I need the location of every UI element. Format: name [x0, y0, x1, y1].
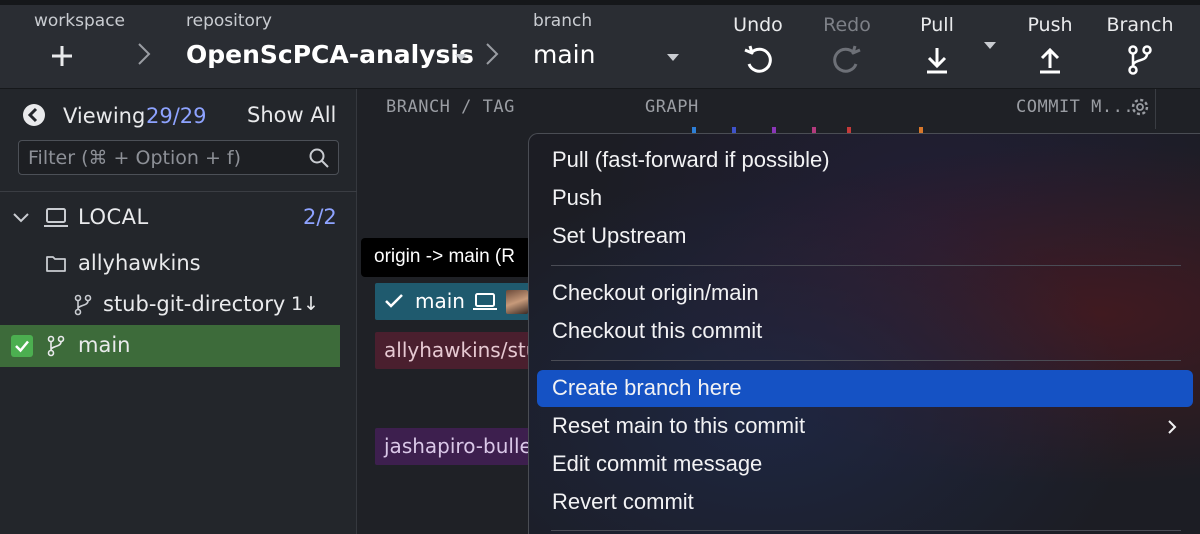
repository-dropdown-icon[interactable]	[455, 54, 467, 61]
branch-icon	[1128, 45, 1152, 75]
branch-tag-label: jashapiro-bulleted	[384, 434, 535, 458]
repository-name[interactable]: OpenScPCA-analysis	[186, 40, 474, 69]
add-workspace-icon[interactable]	[50, 44, 74, 68]
submenu-chevron-icon	[1168, 420, 1177, 434]
push-icon	[1040, 47, 1060, 74]
laptop-icon	[473, 293, 497, 310]
pull-options-dropdown-icon[interactable]	[984, 42, 996, 49]
context-menu: Pull (fast-forward if possible) Push Set…	[528, 133, 1200, 534]
chevron-right-icon	[138, 43, 151, 65]
menu-item-push[interactable]: Push	[537, 180, 1193, 217]
branch-tag-label: main	[415, 289, 465, 313]
toolbar: workspace repository OpenScPCA-analysis …	[0, 0, 1200, 89]
menu-separator	[551, 530, 1181, 531]
pull-icon	[927, 48, 947, 74]
local-section-header[interactable]: LOCAL 2/2	[0, 197, 340, 239]
push-button[interactable]: Push	[1018, 0, 1082, 89]
menu-separator	[551, 360, 1181, 361]
push-label: Push	[1027, 14, 1073, 36]
laptop-icon	[44, 208, 68, 227]
branch-icon	[74, 294, 92, 316]
column-divider	[1155, 89, 1156, 129]
branch-label: main	[78, 333, 131, 357]
menu-item-create-branch[interactable]: Create branch here	[537, 370, 1193, 407]
menu-item-label: Edit commit message	[552, 451, 763, 476]
branch-tag-label: allyhawkins/stub-git-directory	[384, 338, 535, 362]
local-section-label: LOCAL	[78, 205, 149, 229]
checkbox-checked-icon[interactable]	[11, 335, 33, 357]
menu-item-label: Revert commit	[552, 489, 694, 514]
branch-button[interactable]: Branch	[1104, 0, 1176, 89]
menu-item-label: Push	[552, 185, 603, 210]
undo-button[interactable]: Undo	[726, 0, 790, 89]
gear-icon[interactable]	[1130, 97, 1150, 117]
branch-tag-main[interactable]: main	[375, 283, 535, 320]
avatar	[506, 290, 528, 314]
filter-placeholder: Filter (⌘ + Option + f)	[28, 147, 242, 169]
undo-label: Undo	[733, 14, 783, 36]
branch-dropdown-icon[interactable]	[667, 54, 679, 61]
sidebar: Viewing 29/29 Show All Filter (⌘ + Optio…	[0, 89, 357, 534]
redo-icon	[833, 45, 861, 73]
viewing-count: 29/29	[146, 104, 207, 128]
menu-item-checkout-origin-main[interactable]: Checkout origin/main	[537, 275, 1193, 312]
menu-item-label: Create branch here	[552, 375, 742, 400]
behind-count: 1↓	[291, 293, 320, 315]
column-header-commit-message[interactable]: COMMIT M...	[1016, 97, 1134, 117]
menu-item-label: Set Upstream	[552, 223, 687, 248]
menu-item-checkout-commit[interactable]: Checkout this commit	[537, 313, 1193, 350]
menu-item-label: Checkout this commit	[552, 318, 763, 343]
menu-item-label: Checkout origin/main	[552, 280, 759, 305]
menu-item-reset-main[interactable]: Reset main to this commit	[537, 408, 1193, 445]
local-section-count: 2/2	[303, 205, 337, 229]
viewing-label: Viewing	[63, 104, 146, 128]
menu-item-revert-commit[interactable]: Revert commit	[537, 484, 1193, 521]
branch-tag-jashapiro[interactable]: jashapiro-bulleted	[375, 428, 535, 465]
sidebar-branch-main[interactable]: main	[0, 325, 340, 367]
divider	[0, 191, 357, 192]
folder-label: allyhawkins	[78, 251, 201, 275]
collapse-sidebar-icon[interactable]	[22, 103, 46, 127]
branch-button-label: Branch	[1106, 14, 1174, 36]
menu-item-label: Pull (fast-forward if possible)	[552, 147, 830, 172]
tooltip: origin -> main (R	[361, 238, 531, 277]
viewing-row: Viewing 29/29 Show All	[0, 89, 357, 141]
column-header-graph[interactable]: GRAPH	[645, 97, 699, 117]
repository-label: repository	[186, 11, 272, 31]
search-icon	[309, 148, 329, 168]
chevron-right-icon	[486, 43, 499, 65]
branch-label: stub-git-directory	[103, 292, 286, 316]
branch-name[interactable]: main	[533, 40, 595, 69]
redo-label: Redo	[823, 14, 871, 36]
sidebar-branch-stub-git-directory[interactable]: stub-git-directory 1↓	[0, 284, 340, 326]
folder-icon	[46, 256, 66, 272]
menu-item-label: Reset main to this commit	[552, 413, 806, 438]
undo-icon	[744, 45, 772, 73]
menu-separator	[551, 265, 1181, 266]
menu-item-set-upstream[interactable]: Set Upstream	[537, 218, 1193, 255]
folder-allyhawkins[interactable]: allyhawkins	[0, 243, 340, 285]
workspace-label: workspace	[34, 11, 126, 31]
pull-label: Pull	[920, 14, 954, 36]
menu-item-edit-commit-message[interactable]: Edit commit message	[537, 446, 1193, 483]
branch-icon	[47, 335, 65, 357]
chevron-down-icon	[13, 213, 29, 223]
column-header-branch-tag[interactable]: BRANCH / TAG	[386, 97, 515, 117]
branch-label: branch	[533, 11, 593, 31]
redo-button[interactable]: Redo	[815, 0, 879, 89]
branch-tag-allyhawkins-stub[interactable]: allyhawkins/stub-git-directory	[375, 332, 535, 369]
checkmark-icon	[385, 294, 403, 308]
filter-input[interactable]: Filter (⌘ + Option + f)	[18, 140, 339, 175]
pull-button[interactable]: Pull	[905, 0, 969, 89]
menu-item-pull[interactable]: Pull (fast-forward if possible)	[537, 142, 1193, 179]
show-all-button[interactable]: Show All	[247, 103, 336, 127]
